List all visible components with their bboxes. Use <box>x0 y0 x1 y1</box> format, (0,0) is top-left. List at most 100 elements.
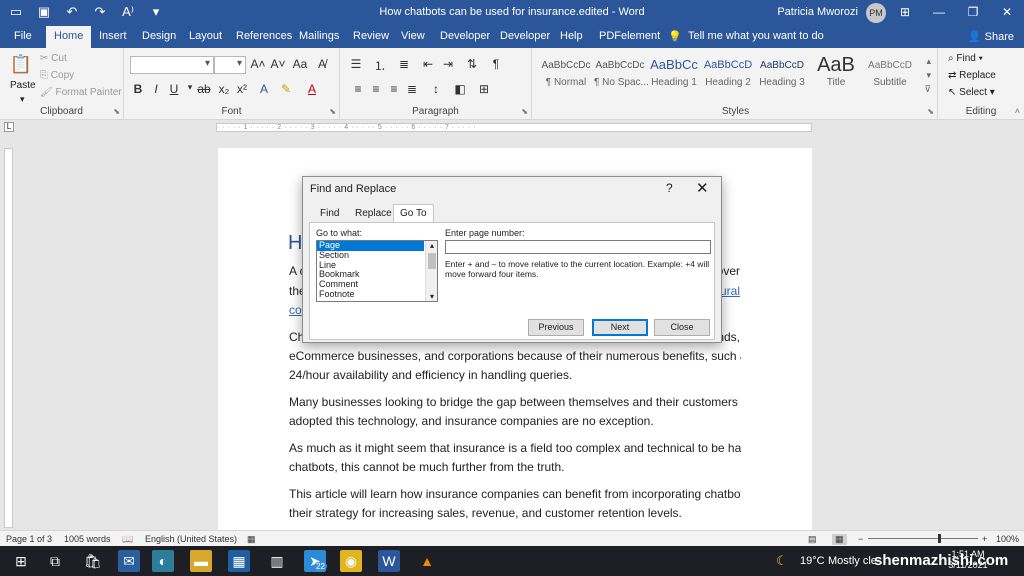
styles-scroll-up-icon[interactable]: ▴ <box>926 56 931 67</box>
ruler-bar[interactable]: ·····1·····2·····3·····4·····5·····6····… <box>216 123 812 132</box>
weather-temperature[interactable]: 19°C <box>800 555 825 567</box>
italic-icon[interactable]: I <box>148 82 164 96</box>
tab-pdfelement[interactable]: PDFelement <box>599 30 660 42</box>
style-heading-3[interactable]: AaBbCcD Heading 3 <box>756 54 808 94</box>
multilevel-list-icon[interactable]: ≣ <box>396 57 412 71</box>
zoom-out-icon[interactable]: − <box>858 534 863 544</box>
mail-icon[interactable]: ✉ <box>118 550 140 572</box>
style-heading-1[interactable]: AaBbCc Heading 1 <box>648 54 700 94</box>
tab-layout[interactable]: Layout <box>189 30 222 42</box>
edge-icon[interactable]: ◐ <box>152 550 174 572</box>
numbering-icon[interactable]: ⒈ <box>372 57 388 74</box>
dialog-launcher-icon[interactable]: ⬊ <box>521 107 528 116</box>
bold-icon[interactable]: B <box>130 82 146 96</box>
paste-button[interactable]: Paste <box>10 80 36 91</box>
tab-selector-icon[interactable]: L <box>4 122 14 132</box>
calculator-icon[interactable]: ▦ <box>228 550 250 572</box>
line-spacing-icon[interactable]: ↕ <box>428 82 444 96</box>
tab-find[interactable]: Find <box>316 208 343 222</box>
tab-references[interactable]: References <box>236 30 292 42</box>
paste-icon[interactable]: 📋 <box>8 54 34 75</box>
close-icon[interactable]: ✕ <box>696 179 709 197</box>
language[interactable]: English (United States) <box>145 534 237 544</box>
ribbon-display-icon[interactable]: ⊞ <box>888 0 922 26</box>
scroll-up-icon[interactable]: ▴ <box>426 241 437 250</box>
style-normal[interactable]: AaBbCcDc ¶ Normal <box>540 54 592 94</box>
copy-button[interactable]: ⎘ Copy <box>40 70 74 81</box>
replace-button[interactable]: ⇄ Replace <box>948 70 996 81</box>
restore-icon[interactable]: ❐ <box>956 0 990 26</box>
bullets-icon[interactable]: ☰ <box>348 57 364 71</box>
tab-help[interactable]: Help <box>560 30 583 42</box>
font-size-combo[interactable] <box>214 56 246 74</box>
decrease-indent-icon[interactable]: ⇤ <box>420 57 436 71</box>
collapse-ribbon-icon[interactable]: ˄ <box>1015 106 1020 116</box>
windows-start-icon[interactable]: ⊞ <box>10 550 32 572</box>
macro-icon[interactable]: ▦ <box>247 534 256 545</box>
sort-icon[interactable]: ⇅ <box>464 57 480 71</box>
tab-developer[interactable]: Developer <box>440 30 490 42</box>
styles-scroll-down-icon[interactable]: ▾ <box>926 70 931 81</box>
tab-mailings[interactable]: Mailings <box>299 30 339 42</box>
align-left-icon[interactable]: ≡ <box>350 82 366 96</box>
find-button[interactable]: ⌕ Find ▾ <box>948 53 983 64</box>
task-view-icon[interactable]: ⧉ <box>44 550 66 572</box>
previous-button[interactable]: Previous <box>528 319 584 336</box>
highlight-icon[interactable]: ✎ <box>278 82 294 96</box>
subscript-icon[interactable]: x₂ <box>216 82 232 96</box>
user-name[interactable]: Patricia Mworozi <box>777 6 858 18</box>
pilcrow-icon[interactable]: ¶ <box>488 57 504 71</box>
scroll-thumb[interactable] <box>428 253 436 269</box>
vlc-icon[interactable]: ▲ <box>416 550 438 572</box>
help-icon[interactable]: ? <box>666 181 673 195</box>
share-button[interactable]: 👤 Share <box>968 30 1014 43</box>
strikethrough-icon[interactable]: ab <box>196 82 212 96</box>
clear-formatting-icon[interactable]: A̸ <box>314 57 330 71</box>
minimize-icon[interactable]: — <box>922 0 956 26</box>
superscript-icon[interactable]: x² <box>234 82 250 96</box>
list-item[interactable]: Footnote <box>317 289 424 300</box>
next-button[interactable]: Next <box>592 319 648 336</box>
read-mode-icon[interactable]: ▤ <box>808 534 817 545</box>
go-to-what-list[interactable]: Page Section Line Bookmark Comment Footn… <box>316 240 438 302</box>
select-button[interactable]: ↖ Select ▾ <box>948 87 995 98</box>
tab-view[interactable]: View <box>401 30 425 42</box>
style-subtitle[interactable]: AaBbCcD Subtitle <box>864 54 916 94</box>
zoom-in-icon[interactable]: + <box>982 534 987 544</box>
close-window-icon[interactable]: ✕ <box>990 0 1024 26</box>
cut-button[interactable]: ✂ Cut <box>40 53 67 64</box>
zoom-slider[interactable] <box>868 538 978 539</box>
style-heading-2[interactable]: AaBbCcD Heading 2 <box>702 54 754 94</box>
terminal-icon[interactable]: ▥ <box>266 550 288 572</box>
close-button[interactable]: Close <box>654 319 710 336</box>
document-link[interactable]: co <box>289 303 302 317</box>
tab-file[interactable]: File <box>14 30 32 42</box>
weather-condition[interactable]: Mostly cle <box>828 555 877 567</box>
vertical-ruler[interactable] <box>4 148 13 528</box>
borders-icon[interactable]: ⊞ <box>476 82 492 96</box>
tab-insert[interactable]: Insert <box>99 30 127 42</box>
align-right-icon[interactable]: ≡ <box>386 82 402 96</box>
file-explorer-icon[interactable]: ▬ <box>190 550 212 572</box>
dialog-launcher-icon[interactable]: ⬊ <box>329 107 336 116</box>
underline-icon[interactable]: U <box>166 82 182 96</box>
page-count[interactable]: Page 1 of 3 <box>6 534 52 544</box>
tab-review[interactable]: Review <box>353 30 389 42</box>
shrink-font-icon[interactable]: A˅ <box>270 57 286 71</box>
justify-icon[interactable]: ≣ <box>404 82 420 96</box>
zoom-slider-knob[interactable] <box>938 534 941 543</box>
styles-more-icon[interactable]: ⊽ <box>924 84 931 95</box>
format-painter-button[interactable]: 🖌 Format Painter <box>40 87 122 98</box>
align-center-icon[interactable]: ≡ <box>368 82 384 96</box>
print-layout-icon[interactable]: ▦ <box>832 534 847 545</box>
tab-design[interactable]: Design <box>142 30 176 42</box>
word-icon[interactable]: W <box>378 550 400 572</box>
font-color-icon[interactable]: A <box>304 82 320 96</box>
scroll-down-icon[interactable]: ▾ <box>426 292 437 301</box>
shading-icon[interactable]: ◧ <box>452 82 468 96</box>
tab-replace[interactable]: Replace <box>351 208 396 222</box>
style-no-spacing[interactable]: AaBbCcDc ¶ No Spac... <box>594 54 649 94</box>
font-name-combo[interactable] <box>130 56 214 74</box>
word-count[interactable]: 1005 words <box>64 534 111 544</box>
grow-font-icon[interactable]: A˄ <box>250 57 266 71</box>
